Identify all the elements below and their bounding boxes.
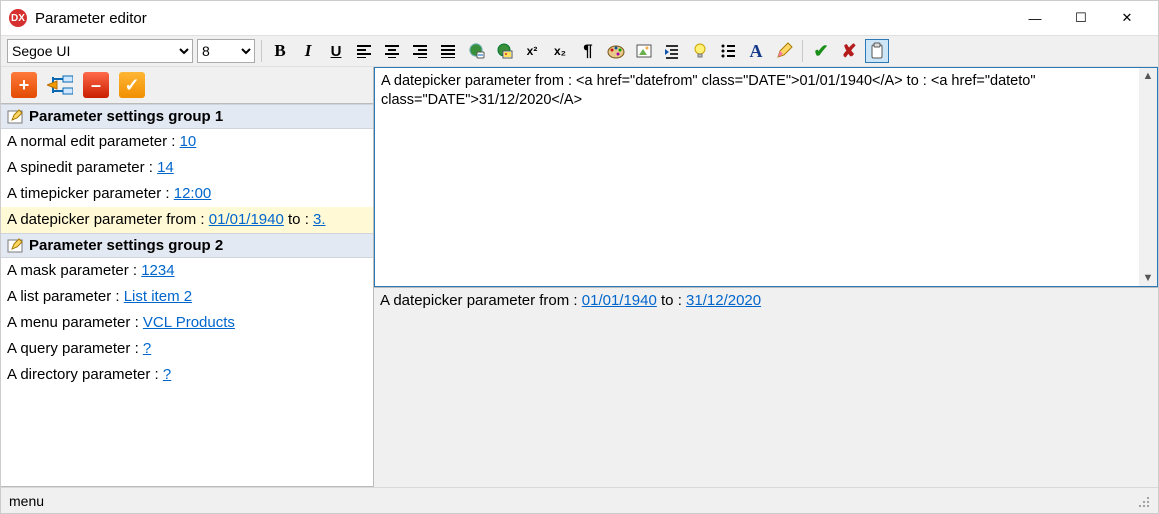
toolbar-separator <box>261 40 262 62</box>
confirm-icon[interactable]: ✔ <box>809 39 833 63</box>
scroll-up-icon[interactable]: ▲ <box>1143 70 1154 82</box>
edit-group-icon <box>7 109 23 125</box>
param-row[interactable]: A query parameter : ? <box>1 336 373 362</box>
source-editor[interactable]: A datepicker parameter from : <a href="d… <box>375 68 1139 286</box>
group-header[interactable]: Parameter settings group 1 <box>1 104 373 129</box>
status-bar: menu <box>1 487 1158 513</box>
align-center-button[interactable] <box>380 39 404 63</box>
param-label: A datepicker parameter from : <box>7 211 209 228</box>
font-size-select[interactable]: 8 <box>197 39 255 63</box>
param-label: A timepicker parameter : <box>7 185 174 202</box>
param-value-link[interactable]: List item 2 <box>124 288 192 305</box>
align-right-button[interactable] <box>408 39 432 63</box>
param-label: A normal edit parameter : <box>7 133 180 150</box>
bulb-icon[interactable] <box>688 39 712 63</box>
param-value-link[interactable]: 12:00 <box>174 185 212 202</box>
param-value-link[interactable]: 1234 <box>141 262 174 279</box>
param-label: A spinedit parameter : <box>7 159 157 176</box>
preview-pane: A datepicker parameter from : 01/01/1940… <box>374 287 1158 487</box>
resize-grip-icon[interactable] <box>1136 494 1150 508</box>
clipboard-icon[interactable] <box>865 39 889 63</box>
param-row[interactable]: A list parameter : List item 2 <box>1 284 373 310</box>
pilcrow-button[interactable]: ¶ <box>576 39 600 63</box>
preview-link-from[interactable]: 01/01/1940 <box>582 292 657 309</box>
group-title: Parameter settings group 2 <box>29 237 223 254</box>
right-pane: A datepicker parameter from : <a href="d… <box>374 67 1158 487</box>
list-icon[interactable] <box>716 39 740 63</box>
param-label: A directory parameter : <box>7 366 163 383</box>
minimize-button[interactable]: — <box>1012 3 1058 33</box>
window-buttons: — ☐ ✕ <box>1012 3 1150 33</box>
delete-button[interactable]: – <box>83 72 109 98</box>
param-label: A mask parameter : <box>7 262 141 279</box>
window-title: Parameter editor <box>35 10 1012 27</box>
picture-icon[interactable] <box>632 39 656 63</box>
globe-link-icon[interactable] <box>464 39 488 63</box>
font-glyph-icon[interactable]: A <box>744 39 768 63</box>
preview-text: to : <box>657 292 686 309</box>
param-value-link[interactable]: 14 <box>157 159 174 176</box>
param-value-link[interactable]: ? <box>163 366 171 383</box>
subscript-button[interactable]: x₂ <box>548 39 572 63</box>
editor-scrollbar[interactable]: ▲ ▼ <box>1139 68 1157 286</box>
close-button[interactable]: ✕ <box>1104 3 1150 33</box>
edit-group-icon <box>7 238 23 254</box>
palette-icon[interactable] <box>604 39 628 63</box>
tree-insert-button[interactable] <box>47 72 73 98</box>
globe-picture-icon[interactable] <box>492 39 516 63</box>
apply-button[interactable]: ✓ <box>119 72 145 98</box>
toolbar-separator <box>802 40 803 62</box>
param-value-link[interactable]: VCL Products <box>143 314 235 331</box>
param-value-link[interactable]: ? <box>143 340 151 357</box>
preview-text: A datepicker parameter from : <box>380 292 582 309</box>
param-label: A menu parameter : <box>7 314 143 331</box>
group-header[interactable]: Parameter settings group 2 <box>1 233 373 258</box>
param-value-link[interactable]: 10 <box>180 133 197 150</box>
cancel-icon[interactable]: ✘ <box>837 39 861 63</box>
sidebar: + – ✓ Parameter settings group 1 A norma… <box>1 67 374 487</box>
app-window: DX Parameter editor — ☐ ✕ Segoe UI 8 B I… <box>0 0 1159 514</box>
group-title: Parameter settings group 1 <box>29 108 223 125</box>
title-bar: DX Parameter editor — ☐ ✕ <box>1 1 1158 35</box>
param-label: A query parameter : <box>7 340 143 357</box>
align-left-button[interactable] <box>352 39 376 63</box>
pencil-icon[interactable] <box>772 39 796 63</box>
param-row-selected[interactable]: A datepicker parameter from : 01/01/1940… <box>1 207 373 233</box>
param-row[interactable]: A timepicker parameter : 12:00 <box>1 181 373 207</box>
sidebar-toolbar: + – ✓ <box>1 67 373 103</box>
add-button[interactable]: + <box>11 72 37 98</box>
parameter-tree[interactable]: Parameter settings group 1 A normal edit… <box>1 103 373 487</box>
param-row[interactable]: A directory parameter : ? <box>1 362 373 388</box>
param-row[interactable]: A spinedit parameter : 14 <box>1 155 373 181</box>
param-value-link[interactable]: 01/01/1940 <box>209 211 284 228</box>
bold-button[interactable]: B <box>268 39 292 63</box>
italic-button[interactable]: I <box>296 39 320 63</box>
param-row[interactable]: A normal edit parameter : 10 <box>1 129 373 155</box>
param-label-trail: to : <box>284 211 313 228</box>
param-row[interactable]: A menu parameter : VCL Products <box>1 310 373 336</box>
main-area: + – ✓ Parameter settings group 1 A norma… <box>1 67 1158 487</box>
editor-container: A datepicker parameter from : <a href="d… <box>374 67 1158 287</box>
app-icon: DX <box>9 9 27 27</box>
align-justify-button[interactable] <box>436 39 460 63</box>
maximize-button[interactable]: ☐ <box>1058 3 1104 33</box>
param-label: A list parameter : <box>7 288 124 305</box>
status-text: menu <box>9 493 44 509</box>
superscript-button[interactable]: x² <box>520 39 544 63</box>
param-row[interactable]: A mask parameter : 1234 <box>1 258 373 284</box>
font-name-select[interactable]: Segoe UI <box>7 39 193 63</box>
param-value-link-trail[interactable]: 3. <box>313 211 326 228</box>
underline-button[interactable]: U <box>324 39 348 63</box>
format-toolbar: Segoe UI 8 B I U x² x₂ ¶ <box>1 35 1158 67</box>
scroll-down-icon[interactable]: ▼ <box>1143 272 1154 284</box>
preview-link-to[interactable]: 31/12/2020 <box>686 292 761 309</box>
indent-icon[interactable] <box>660 39 684 63</box>
